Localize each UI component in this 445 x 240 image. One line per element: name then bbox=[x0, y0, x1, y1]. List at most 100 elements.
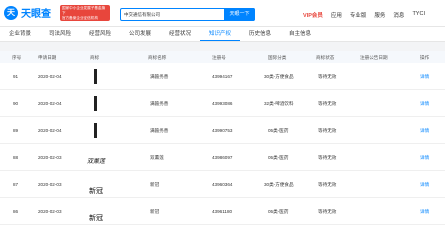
row-class: 30类-方便食品 bbox=[264, 74, 294, 79]
table-row: 88 2020-02-03 双薰莲 双薰莲 43986097 05类-医药 等待… bbox=[0, 144, 445, 171]
row-status: 等待无效 bbox=[318, 101, 337, 106]
nav-messages[interactable]: 消息 bbox=[393, 11, 404, 19]
row-class: 05类-医药 bbox=[268, 209, 289, 214]
trademark-glyph: 新冠 bbox=[89, 214, 103, 222]
row-class: 30类-方便食品 bbox=[264, 182, 294, 187]
row-reg-no: 43986097 bbox=[212, 155, 233, 160]
trademark-table: 序号 申请日期 商标 商标名称 注册号 国际分类 商标状态 注册公告日期 操作 … bbox=[0, 51, 445, 240]
nav-user[interactable]: TYCI bbox=[412, 11, 425, 19]
row-reg-no: 43960364 bbox=[212, 182, 233, 187]
row-reg-no: 43961180 bbox=[212, 209, 233, 214]
row-status: 等待无效 bbox=[318, 155, 337, 160]
tab-label: 经营状况 bbox=[168, 31, 191, 37]
tab-operating-risk[interactable]: 经营风险 bbox=[80, 27, 120, 41]
row-name: 双薰莲 bbox=[150, 155, 164, 160]
row-date: 2020-02-04 bbox=[38, 101, 62, 106]
detail-link[interactable]: 详情 bbox=[420, 182, 429, 188]
row-reg-no: 43994167 bbox=[212, 74, 233, 79]
trademark-image[interactable]: 新冠 bbox=[86, 175, 106, 195]
row-name: 满箍务善 bbox=[150, 128, 169, 133]
row-class: 05类-医药 bbox=[268, 155, 289, 160]
row-index: 88 bbox=[13, 155, 19, 160]
tab-operating-status[interactable]: 经营状况 bbox=[160, 27, 200, 41]
tab-judicial-risk[interactable]: 司法风险 bbox=[40, 27, 80, 41]
trademark-image[interactable] bbox=[88, 67, 103, 85]
row-reg-no: 43993086 bbox=[212, 101, 233, 106]
trademark-image[interactable] bbox=[88, 94, 103, 112]
section-tabs: 企业背景 司法风险 经营风险 公司发展 经营状况 知识产权 历史信息 自主信息 bbox=[0, 27, 445, 42]
detail-link[interactable]: 详情 bbox=[420, 209, 429, 215]
tab-label: 公司发展 bbox=[128, 31, 151, 37]
detail-link[interactable]: 详情 bbox=[420, 101, 429, 107]
trademark-image[interactable] bbox=[88, 121, 103, 139]
search-button[interactable]: 天眼一下 bbox=[224, 8, 255, 21]
promo-banner[interactable]: 国家中小企业发展子基金旗下 官方备案企业征信机构 bbox=[60, 5, 110, 21]
trademark-glyph: 双薰莲 bbox=[86, 158, 105, 165]
row-index: 89 bbox=[13, 128, 19, 133]
table-row: 87 2020-02-03 新冠 新冠 43960364 30类-方便食品 等待… bbox=[0, 171, 445, 198]
col-mark: 商标 bbox=[90, 55, 100, 60]
row-index: 90 bbox=[13, 101, 19, 106]
row-name: 满箍务善 bbox=[150, 101, 169, 106]
row-date: 2020-02-03 bbox=[38, 155, 62, 160]
row-status: 等待无效 bbox=[318, 209, 337, 214]
col-action: 操作 bbox=[420, 55, 430, 60]
logo[interactable]: 天 天眼查 bbox=[4, 5, 51, 20]
nav-service[interactable]: 服务 bbox=[374, 11, 385, 19]
trademark-glyph bbox=[94, 95, 97, 111]
col-announce-date: 注册公告日期 bbox=[360, 55, 388, 60]
top-bar: 天 天眼查 国家中小企业发展子基金旗下 官方备案企业征信机构 天眼一下 VIP会… bbox=[0, 0, 445, 27]
row-status: 等待无效 bbox=[318, 182, 337, 187]
col-name: 商标名称 bbox=[148, 55, 167, 60]
table-row: 86 2020-02-03 新冠 新冠 43961180 05类-医药 等待无效… bbox=[0, 198, 445, 225]
search-box: 天眼一下 bbox=[120, 8, 255, 21]
tab-company-background[interactable]: 企业背景 bbox=[0, 27, 40, 41]
search-input[interactable] bbox=[124, 9, 224, 20]
tab-label: 历史信息 bbox=[248, 31, 271, 37]
row-reg-no: 43990753 bbox=[212, 128, 233, 133]
tab-company-development[interactable]: 公司发展 bbox=[120, 27, 160, 41]
row-name: 满箍务善 bbox=[150, 74, 169, 79]
tab-intellectual-property[interactable]: 知识产权 bbox=[200, 27, 240, 41]
nav-vip[interactable]: VIP会员 bbox=[303, 11, 323, 19]
col-class: 国际分类 bbox=[268, 55, 287, 60]
detail-link[interactable]: 详情 bbox=[420, 74, 429, 80]
row-date: 2020-02-04 bbox=[38, 128, 62, 133]
promo-line-1: 国家中小企业发展子基金旗下 bbox=[62, 6, 106, 15]
tab-label: 企业背景 bbox=[8, 31, 31, 37]
trademark-glyph: 新冠 bbox=[89, 187, 103, 195]
row-class: 32类-啤酒饮料 bbox=[264, 101, 294, 106]
tab-label: 自主信息 bbox=[288, 31, 311, 37]
logo-icon: 天 bbox=[4, 5, 18, 20]
tab-history[interactable]: 历史信息 bbox=[240, 27, 280, 41]
nav-apps[interactable]: 应用 bbox=[331, 11, 342, 19]
row-name: 新冠 bbox=[150, 209, 160, 214]
row-status: 等待无效 bbox=[318, 128, 337, 133]
row-index: 91 bbox=[13, 74, 19, 79]
tab-label: 司法风险 bbox=[48, 31, 71, 37]
row-date: 2020-02-03 bbox=[38, 209, 62, 214]
tab-label: 知识产权 bbox=[208, 31, 231, 37]
trademark-image[interactable]: 双薰莲 bbox=[86, 148, 106, 166]
detail-link[interactable]: 详情 bbox=[420, 128, 429, 134]
trademark-glyph bbox=[94, 122, 97, 138]
top-nav: VIP会员 应用 专业版 服务 消息 TYCI bbox=[303, 11, 433, 19]
tab-label: 经营风险 bbox=[88, 31, 111, 37]
row-status: 等待无效 bbox=[318, 74, 337, 79]
trademark-image[interactable]: 新冠 bbox=[86, 202, 106, 222]
detail-link[interactable]: 详情 bbox=[420, 155, 429, 161]
logo-text: 天眼查 bbox=[21, 9, 51, 20]
tab-self-info[interactable]: 自主信息 bbox=[280, 27, 320, 41]
table-row: 90 2020-02-04 满箍务善 43993086 32类-啤酒饮料 等待无… bbox=[0, 90, 445, 117]
table-row: 89 2020-02-04 满箍务善 43990753 05类-医药 等待无效 … bbox=[0, 117, 445, 144]
row-index: 87 bbox=[13, 182, 19, 187]
trademark-glyph bbox=[94, 68, 97, 84]
table-row: 91 2020-02-04 满箍务善 43994167 30类-方便食品 等待无… bbox=[0, 63, 445, 90]
col-date: 申请日期 bbox=[38, 55, 57, 60]
table-header: 序号 申请日期 商标 商标名称 注册号 国际分类 商标状态 注册公告日期 操作 bbox=[0, 51, 445, 63]
nav-pro[interactable]: 专业版 bbox=[350, 11, 367, 19]
col-status: 商标状态 bbox=[316, 55, 335, 60]
row-date: 2020-02-03 bbox=[38, 182, 62, 187]
row-name: 新冠 bbox=[150, 182, 160, 187]
col-index: 序号 bbox=[12, 55, 22, 60]
